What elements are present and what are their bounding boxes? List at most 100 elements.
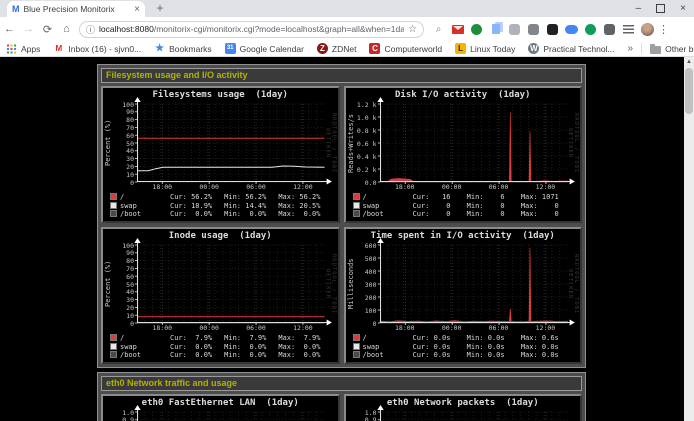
extensions-puzzle-icon[interactable] bbox=[603, 23, 616, 36]
rrdtool-watermark: RRDTOOL / TOBI OETIKER bbox=[325, 104, 337, 182]
folder-icon bbox=[650, 46, 661, 54]
legend-value: Cur: 0 bbox=[413, 210, 467, 219]
legend-value: Min: 0 bbox=[467, 202, 521, 211]
maximize-icon[interactable] bbox=[656, 4, 665, 13]
legend-value: Cur: 0.0% bbox=[170, 210, 224, 219]
chart-legend: /Cur: 7.9%Min: 7.9%Max: 7.9%swapCur: 0.0… bbox=[110, 334, 333, 360]
bookmark-item[interactable]: ★Bookmarks bbox=[154, 43, 212, 54]
kebab-menu-icon[interactable]: ⋮ bbox=[658, 23, 669, 36]
blue-oval-extension-icon[interactable] bbox=[565, 23, 578, 36]
legend-swatch bbox=[110, 343, 117, 350]
new-tab-button[interactable]: + bbox=[152, 1, 168, 16]
chart-inode-usage-1day-[interactable]: Inode usage (1day)Percent (%)10090807060… bbox=[101, 227, 340, 364]
bookmark-item[interactable]: CComputerworld bbox=[369, 43, 442, 54]
y-axis-label: Percent (%) bbox=[104, 245, 113, 323]
tab-list-icon bbox=[623, 25, 634, 34]
legend-value: Cur: 0.0% bbox=[170, 343, 224, 352]
legend-value: Cur: 0.0s bbox=[413, 334, 467, 343]
bookmark-item[interactable]: Apps bbox=[6, 43, 40, 54]
legend-value: Min: 6 bbox=[467, 193, 521, 202]
bookmark-item[interactable]: ZZDNet bbox=[317, 43, 357, 54]
scrollbar-thumb[interactable] bbox=[685, 68, 693, 114]
legend-value: Min: 0.0s bbox=[467, 351, 521, 360]
chart-eth0-fastethernet-lan-1day-[interactable]: eth0 FastEthernet LAN (1day)Kbytes/s1.00… bbox=[101, 394, 340, 421]
legend-value: Max: 0.0% bbox=[278, 210, 332, 219]
legend-series-name: swap bbox=[110, 202, 170, 211]
legend-swatch bbox=[353, 193, 360, 200]
bookmark-star-icon[interactable]: ☆ bbox=[408, 24, 417, 35]
legend-value: Max: 0 bbox=[521, 210, 575, 219]
y-axis-ticks: 6005004003002001000 bbox=[356, 245, 380, 323]
monitorix-favicon-icon: M bbox=[12, 4, 20, 14]
minimize-icon[interactable]: – bbox=[636, 0, 642, 17]
plot-area bbox=[380, 412, 568, 421]
y-axis-label: Kbytes/s bbox=[104, 412, 113, 421]
dark-app-extension-icon[interactable] bbox=[546, 23, 559, 36]
legend-value: Max: 7.9% bbox=[278, 334, 332, 343]
green-badge-extension-icon[interactable] bbox=[470, 23, 483, 36]
browser-tab[interactable]: M Blue Precision Monitorix × bbox=[7, 1, 145, 17]
reload-icon[interactable]: ⟳ bbox=[38, 23, 57, 36]
search-icon[interactable]: ⌕ bbox=[432, 23, 445, 36]
x-axis-ticks: 18:0000:0006:0012:00 bbox=[380, 183, 568, 192]
bookmark-label: Linux Today bbox=[470, 44, 515, 54]
bookmarks-overflow-icon[interactable]: » bbox=[628, 43, 634, 54]
bookmark-label: Google Calendar bbox=[240, 44, 304, 54]
profile-avatar[interactable] bbox=[641, 23, 654, 36]
other-bookmarks-button[interactable]: Other bookmarks bbox=[650, 44, 694, 54]
bookmark-item[interactable]: 31Google Calendar bbox=[225, 43, 304, 54]
wordpress-icon: W bbox=[528, 43, 539, 54]
bookmark-label: Apps bbox=[21, 44, 40, 54]
y-axis-ticks: 1.00.90.80.70.60.50.40.30.20.10.0 bbox=[356, 412, 380, 421]
legend-value: Max: 0.0% bbox=[278, 343, 332, 352]
legend-value: Max: 20.5% bbox=[278, 202, 332, 211]
legend-series-name: / bbox=[110, 193, 170, 202]
legend-value: Min: 0.0s bbox=[467, 334, 521, 343]
legend-swatch bbox=[353, 343, 360, 350]
plot-area bbox=[380, 245, 568, 323]
chart-time-spent-in-i-o-activity-1day-[interactable]: Time spent in I/O activity (1day)Millise… bbox=[344, 227, 583, 364]
rrdtool-watermark: RRDTOOL / TOBI OETIKER bbox=[325, 245, 337, 323]
chart-legend: /Cur: 56.2%Min: 56.2%Max: 56.2%swapCur: … bbox=[110, 193, 333, 219]
pages-extension-icon bbox=[492, 24, 500, 34]
back-icon[interactable]: ← bbox=[0, 23, 19, 35]
tab-list-icon[interactable] bbox=[622, 23, 635, 36]
chart-disk-i-o-activity-1day-[interactable]: Disk I/O activity (1day)Reads+Writes/s1.… bbox=[344, 86, 583, 223]
y-axis-ticks: 1.00.90.80.70.60.50.40.30.20.10.0 bbox=[113, 412, 137, 421]
legend-value: Max: 0.6s bbox=[521, 334, 575, 343]
legend-value: Min: 0.0% bbox=[224, 343, 278, 352]
bookmark-item[interactable]: WPractical Technol... bbox=[528, 43, 614, 54]
bookmark-item[interactable]: MInbox (16) - sjvn0... bbox=[53, 43, 141, 54]
x-axis-ticks: 18:0000:0006:0012:00 bbox=[137, 183, 325, 192]
bookmark-item[interactable]: LLinux Today bbox=[455, 43, 515, 54]
page-content: Filesystem usage and I/O activityFilesys… bbox=[0, 57, 694, 421]
address-bar[interactable]: ⓘ localhost:8080/monitorix-cgi/monitorix… bbox=[79, 21, 424, 38]
legend-swatch bbox=[353, 334, 360, 341]
vertical-scrollbar[interactable]: ▲ bbox=[684, 57, 694, 421]
charts-grid: eth0 FastEthernet LAN (1day)Kbytes/s1.00… bbox=[101, 394, 582, 421]
tab-close-icon[interactable]: × bbox=[134, 4, 140, 15]
legend-value: Min: 0.0% bbox=[224, 210, 278, 219]
window-titlebar: M Blue Precision Monitorix × + – × bbox=[0, 0, 694, 17]
chart-eth0-network-packets-1day-[interactable]: eth0 Network packets (1day)Packets/s1.00… bbox=[344, 394, 583, 421]
home-icon[interactable]: ⌂ bbox=[57, 23, 76, 35]
window-close-icon[interactable]: × bbox=[680, 0, 686, 17]
bookmark-label: Bookmarks bbox=[169, 44, 212, 54]
plot-area bbox=[137, 412, 325, 421]
scroll-up-icon[interactable]: ▲ bbox=[684, 57, 694, 68]
y-axis-label: Percent (%) bbox=[104, 104, 113, 182]
legend-series-name: / bbox=[353, 334, 413, 343]
legend-swatch bbox=[110, 202, 117, 209]
page-info-icon[interactable]: ⓘ bbox=[86, 23, 95, 36]
legend-value: Cur: 16 bbox=[413, 193, 467, 202]
forward-icon[interactable]: → bbox=[19, 23, 38, 35]
pages-extension-icon[interactable] bbox=[489, 23, 502, 36]
cast-extension-icon[interactable] bbox=[527, 23, 540, 36]
mail-extension-icon[interactable] bbox=[451, 23, 464, 36]
browser-window: M Blue Precision Monitorix × + – × ← → ⟳… bbox=[0, 0, 694, 421]
divider bbox=[641, 43, 642, 54]
chart-filesystems-usage-1day-[interactable]: Filesystems usage (1day)Percent (%)10090… bbox=[101, 86, 340, 223]
legend-value: Cur: 18.9% bbox=[170, 202, 224, 211]
gray-app-extension-icon[interactable] bbox=[508, 23, 521, 36]
green-circle-extension-icon[interactable] bbox=[584, 23, 597, 36]
